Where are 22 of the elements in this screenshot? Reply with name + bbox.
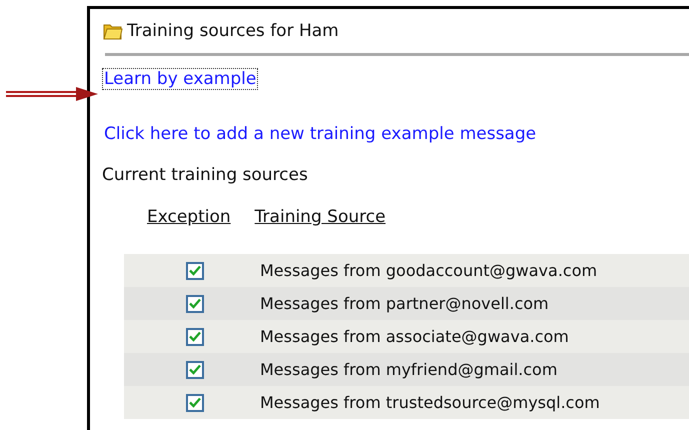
training-source: Messages from partner@novell.com (260, 294, 549, 313)
training-source: Messages from myfriend@gmail.com (260, 360, 558, 379)
check-icon (189, 331, 201, 342)
check-icon (189, 364, 201, 375)
column-header[interactable]: Exception (147, 207, 231, 227)
checkbox[interactable] (186, 360, 204, 378)
link[interactable]: Learn by example (102, 68, 258, 90)
panel-title: Training sources for Ham (127, 21, 339, 41)
checkbox[interactable] (186, 328, 204, 346)
link[interactable]: Click here to add a new training example message (102, 123, 538, 145)
checkbox[interactable] (186, 294, 204, 312)
training-source: Messages from associate@gwava.com (260, 327, 569, 346)
training-source: Messages from trustedsource@mysql.com (260, 393, 600, 412)
check-icon (189, 265, 201, 276)
check-icon (189, 298, 201, 309)
checkbox[interactable] (186, 394, 204, 412)
check-icon (189, 397, 201, 408)
column-header[interactable]: Training Source (254, 207, 386, 227)
checkbox[interactable] (186, 262, 204, 280)
section-label: Current training sources (102, 165, 309, 185)
arrow-icon (6, 86, 98, 102)
training-source: Messages from goodaccount@gwava.com (260, 261, 598, 280)
